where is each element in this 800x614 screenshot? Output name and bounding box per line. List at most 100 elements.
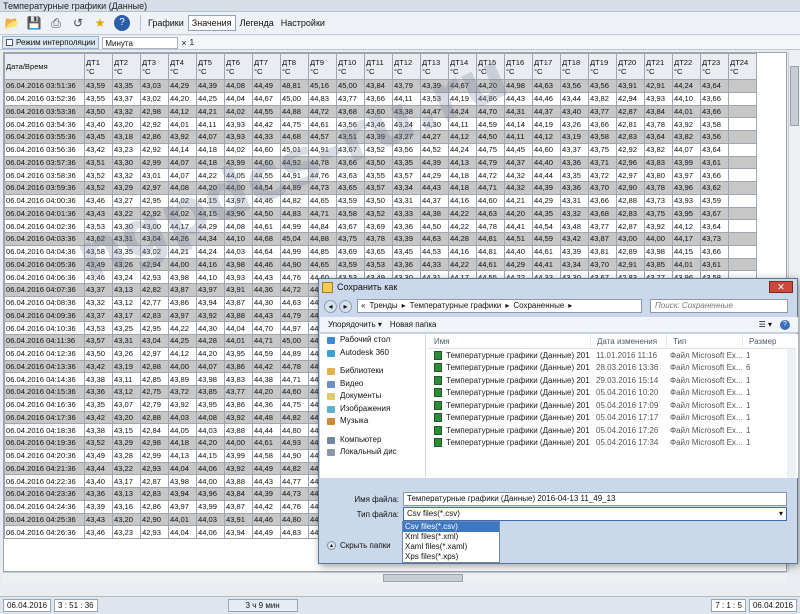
value-cell[interactable]: 44,64 — [252, 244, 281, 259]
column-header[interactable]: ДТ5 °C — [196, 53, 225, 80]
value-cell[interactable]: 44,43 — [504, 91, 533, 106]
value-cell[interactable]: 43,81 — [588, 244, 617, 259]
value-cell[interactable]: 43,13 — [112, 283, 141, 297]
filetype-option[interactable]: Xps files(*.xps) — [403, 552, 499, 562]
filetype-option[interactable]: Csv files(*.csv) — [403, 522, 499, 532]
value-cell[interactable]: 44,46 — [252, 512, 281, 527]
value-cell[interactable]: 44,43 — [420, 181, 449, 195]
value-cell[interactable]: 43,94 — [168, 487, 197, 501]
value-cell[interactable]: 44,12 — [448, 130, 477, 144]
breadcrumb-separator[interactable]: ▸ — [402, 300, 406, 312]
value-cell[interactable]: 44,01 — [224, 334, 253, 348]
value-cell[interactable]: 43,69 — [364, 219, 393, 233]
value-cell[interactable]: 43,64 — [700, 219, 729, 233]
value-cell[interactable]: 44,92 — [280, 155, 309, 170]
organize-button[interactable]: Упорядочить ▾ — [328, 320, 382, 329]
value-cell[interactable]: 44,53 — [420, 244, 449, 259]
value-cell[interactable]: 44,52 — [420, 142, 449, 157]
value-cell[interactable]: 43,59 — [84, 79, 113, 93]
value-cell[interactable]: 44,15 — [672, 244, 701, 259]
value-cell[interactable]: 43,98 — [644, 244, 673, 259]
column-header[interactable]: ДТ20 °C — [616, 53, 645, 80]
value-cell[interactable]: 44,29 — [532, 193, 561, 208]
value-cell[interactable]: 44,38 — [420, 206, 449, 221]
value-cell[interactable]: 44,18 — [448, 168, 477, 182]
value-cell[interactable]: 44,16 — [448, 193, 477, 208]
file-row[interactable]: Температурные графики (Данные) 201... 05.… — [428, 399, 796, 412]
column-header[interactable]: ДТ15 °C — [476, 53, 505, 80]
value-cell[interactable]: 42,94 — [140, 257, 169, 272]
value-cell[interactable]: 42,84 — [140, 423, 169, 437]
value-cell[interactable]: 43,86 — [224, 397, 253, 412]
value-cell[interactable]: 43,39 — [364, 130, 393, 144]
value-cell[interactable]: 43,88 — [224, 474, 253, 488]
value-cell[interactable]: 44,15 — [196, 193, 225, 208]
value-cell[interactable]: 44,75 — [280, 397, 309, 412]
datetime-cell[interactable]: 06.04.2016 03:55:36 — [4, 130, 85, 144]
file-row[interactable]: Температурные графики (Данные) 201... 05.… — [428, 437, 796, 450]
column-header[interactable]: ДТ16 °C — [504, 53, 533, 80]
value-cell[interactable]: 44,58 — [252, 448, 281, 463]
breadcrumb-item[interactable]: Тренды — [369, 300, 397, 312]
value-cell[interactable]: 44,97 — [280, 321, 309, 335]
close-button[interactable]: ✕ — [769, 281, 793, 293]
column-header[interactable]: ДТ21 °C — [644, 53, 673, 80]
value-cell[interactable]: 42,98 — [140, 104, 169, 119]
value-cell[interactable] — [728, 232, 757, 246]
value-cell[interactable]: 42,93 — [140, 270, 169, 284]
value-cell[interactable] — [728, 193, 757, 208]
value-cell[interactable]: 43,97 — [196, 283, 225, 297]
value-cell[interactable]: 43,82 — [644, 142, 673, 157]
value-cell[interactable]: 44,98 — [504, 79, 533, 93]
value-cell[interactable]: 44,79 — [476, 155, 505, 170]
help-icon[interactable]: ? — [114, 15, 130, 31]
value-cell[interactable]: 43,58 — [336, 206, 365, 221]
value-cell[interactable]: 43,39 — [392, 232, 421, 246]
value-cell[interactable]: 44,22 — [448, 219, 477, 233]
value-cell[interactable]: 43,04 — [140, 334, 169, 348]
value-cell[interactable]: 43,59 — [336, 193, 365, 208]
value-cell[interactable]: 44,03 — [168, 410, 197, 425]
value-cell[interactable]: 44,02 — [224, 104, 253, 119]
value-cell[interactable]: 42,83 — [616, 130, 645, 144]
value-cell[interactable]: 45,00 — [280, 91, 309, 106]
value-cell[interactable]: 43,55 — [364, 168, 393, 182]
value-cell[interactable]: 43,97 — [224, 193, 253, 208]
value-cell[interactable]: 43,34 — [392, 181, 421, 195]
value-cell[interactable]: 43,93 — [672, 193, 701, 208]
value-cell[interactable]: 43,63 — [336, 168, 365, 182]
value-cell[interactable]: 44,19 — [448, 91, 477, 106]
value-cell[interactable]: 43,58 — [588, 130, 617, 144]
start-time-field[interactable]: 3 : 51 : 36 — [54, 599, 98, 612]
value-cell[interactable]: 44,78 — [308, 155, 337, 170]
value-cell[interactable]: 43,68 — [336, 104, 365, 119]
column-size[interactable]: Размер — [742, 334, 787, 349]
value-cell[interactable]: 42,94 — [616, 91, 645, 106]
value-cell[interactable]: 43,85 — [644, 257, 673, 272]
datetime-cell[interactable]: 06.04.2016 04:18:36 — [4, 423, 85, 437]
value-cell[interactable]: 43,75 — [336, 232, 365, 246]
datetime-cell[interactable]: 06.04.2016 04:01:36 — [4, 206, 85, 221]
value-cell[interactable]: 44,07 — [196, 130, 225, 144]
value-cell[interactable]: 44,83 — [308, 91, 337, 106]
value-cell[interactable]: 43,57 — [84, 334, 113, 348]
value-cell[interactable]: 43,34 — [560, 257, 589, 272]
forward-icon[interactable]: ▸ — [339, 299, 352, 313]
value-cell[interactable]: 44,88 — [280, 104, 309, 119]
datetime-cell[interactable]: 06.04.2016 04:07:36 — [4, 283, 85, 297]
value-cell[interactable]: 44,42 — [252, 117, 281, 131]
value-cell[interactable]: 44,61 — [476, 257, 505, 272]
value-cell[interactable]: 43,61 — [700, 257, 729, 272]
value-cell[interactable]: 44,29 — [504, 257, 533, 272]
value-cell[interactable]: 43,31 — [112, 334, 141, 348]
value-cell[interactable]: 44,22 — [448, 257, 477, 272]
star-icon[interactable]: ★ — [92, 15, 108, 31]
value-cell[interactable]: 43,40 — [84, 117, 113, 131]
table-row[interactable]: 06.04.2016 04:02:36 43,53 43,30 43,00 44,17 4… — [4, 219, 757, 233]
value-cell[interactable]: 44,01 — [672, 257, 701, 272]
value-cell[interactable]: 44,54 — [532, 219, 561, 233]
value-cell[interactable] — [728, 168, 757, 182]
print-icon[interactable]: ⎙ — [48, 15, 64, 31]
value-cell[interactable]: 42,87 — [616, 219, 645, 233]
value-cell[interactable]: 43,32 — [112, 104, 141, 119]
